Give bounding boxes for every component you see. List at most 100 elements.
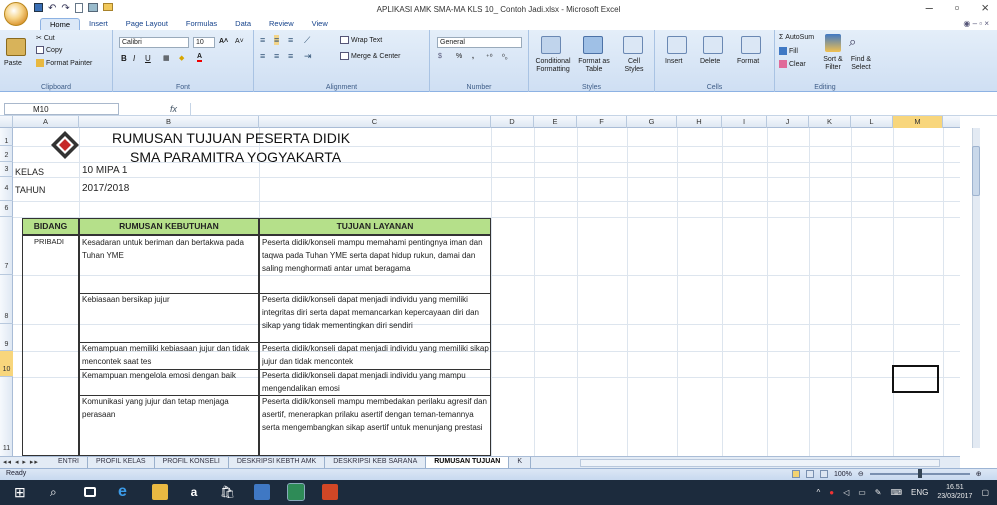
col-header-k[interactable]: K <box>809 116 851 128</box>
close-icon[interactable]: × <box>981 0 989 15</box>
task-view-icon[interactable] <box>84 487 96 497</box>
paste-button[interactable]: Paste <box>4 60 22 67</box>
row-header-6[interactable]: 6 <box>0 201 13 217</box>
minimize-icon[interactable]: – <box>926 0 933 15</box>
select-all-corner[interactable] <box>0 116 13 128</box>
row-header-2[interactable]: 2 <box>0 146 13 162</box>
row-header-11[interactable]: 11 <box>0 377 13 456</box>
battery-icon[interactable]: ▭ <box>858 488 866 497</box>
indent-icon[interactable]: ⇥ <box>304 51 312 62</box>
format-button[interactable]: Format <box>737 58 759 65</box>
clock[interactable]: 16.51 23/03/2017 <box>937 483 972 501</box>
insert-button[interactable]: Insert <box>665 58 683 65</box>
zoom-out-icon[interactable]: ⊖ <box>858 470 864 478</box>
middle-align-icon[interactable]: ≡ <box>274 35 280 45</box>
word-icon[interactable] <box>254 484 270 500</box>
cell-styles-icon[interactable] <box>623 36 643 54</box>
bold-button[interactable]: B <box>121 54 127 63</box>
copy-button[interactable]: Copy <box>36 46 62 54</box>
font-name-select[interactable]: Calibri <box>119 37 189 48</box>
row-header-7[interactable]: 7 <box>0 217 13 275</box>
binoculars-icon[interactable]: ⌕ <box>849 34 856 50</box>
tab-formulas[interactable]: Formulas <box>177 18 226 30</box>
underline-button[interactable]: U <box>145 54 151 63</box>
col-header-g[interactable]: G <box>627 116 677 128</box>
insert-function-icon[interactable]: fx <box>170 104 177 114</box>
currency-icon[interactable]: $ <box>438 53 442 60</box>
windows-start-icon[interactable]: ⊞ <box>14 484 30 500</box>
scroll-thumb[interactable] <box>972 146 980 196</box>
comma-button[interactable]: , <box>472 53 474 60</box>
help-icon[interactable]: ◉ <box>963 19 970 28</box>
tab-page-layout[interactable]: Page Layout <box>117 18 177 30</box>
cut-button[interactable]: ✂ Cut <box>36 34 55 42</box>
excel-icon[interactable] <box>287 483 305 501</box>
row-header-8[interactable]: 8 <box>0 275 13 324</box>
network-icon[interactable]: ● <box>829 488 834 497</box>
tab-insert[interactable]: Insert <box>80 18 117 30</box>
formula-input[interactable] <box>190 103 990 115</box>
pen-icon[interactable]: ✎ <box>875 488 882 497</box>
increase-decimal-icon[interactable]: ⁺⁰ <box>486 53 493 61</box>
col-header-h[interactable]: H <box>677 116 722 128</box>
powerpoint-icon[interactable] <box>322 484 338 500</box>
sort-filter-button[interactable]: Sort & Filter <box>819 56 847 72</box>
normal-view-icon[interactable] <box>792 470 800 478</box>
volume-icon[interactable]: ◁ <box>843 488 849 497</box>
search-icon[interactable]: ⌕ <box>50 484 66 500</box>
sheet-tab-rumusan-tujuan[interactable]: RUMUSAN TUJUAN <box>426 457 510 468</box>
row-header-4[interactable]: 4 <box>0 177 13 201</box>
decrease-decimal-icon[interactable]: ⁰₀ <box>502 53 508 61</box>
ribbon-minimize-icon[interactable]: – <box>973 19 977 28</box>
grow-font-icon[interactable]: A˄ <box>219 38 228 45</box>
sheet-tab-deskripsi-kebth-amk[interactable]: DESKRIPSI KEBTH AMK <box>229 457 326 468</box>
col-header-f[interactable]: F <box>577 116 627 128</box>
sheet-nav-arrows[interactable]: ◂◂ ◂ ▸ ▸▸ <box>3 458 39 466</box>
orientation-icon[interactable]: ⟋ <box>304 35 310 46</box>
delete-cells-icon[interactable] <box>703 36 723 54</box>
percent-button[interactable]: % <box>456 53 462 60</box>
fill-button[interactable]: Fill <box>779 47 798 55</box>
autosum-button[interactable]: Σ AutoSum <box>779 34 814 41</box>
col-header-e[interactable]: E <box>534 116 577 128</box>
paste-icon[interactable] <box>6 38 26 56</box>
row-header-10[interactable]: 10 <box>0 351 13 377</box>
col-header-l[interactable]: L <box>851 116 893 128</box>
ribbon-restore-icon[interactable]: ▫ <box>979 19 982 28</box>
vertical-scrollbar[interactable] <box>960 116 997 456</box>
wrap-text-button[interactable]: Wrap Text <box>340 36 382 44</box>
tab-view[interactable]: View <box>303 18 337 30</box>
col-header-j[interactable]: J <box>767 116 809 128</box>
insert-cells-icon[interactable] <box>667 36 687 54</box>
zoom-in-icon[interactable]: ⊕ <box>976 470 982 478</box>
align-center-icon[interactable]: ≡ <box>274 51 279 61</box>
delete-button[interactable]: Delete <box>700 58 720 65</box>
clear-button[interactable]: Clear <box>779 60 806 68</box>
page-break-view-icon[interactable] <box>820 470 828 478</box>
font-color-icon[interactable]: A <box>197 53 203 62</box>
page-layout-view-icon[interactable] <box>806 470 814 478</box>
conditional-formatting-button[interactable]: Conditional Formatting <box>533 58 573 74</box>
row-header-1[interactable]: 1 <box>0 128 13 146</box>
cell-styles-button[interactable]: Cell Styles <box>619 58 649 74</box>
conditional-formatting-icon[interactable] <box>541 36 561 54</box>
row-header-3[interactable]: 3 <box>0 162 13 177</box>
find-select-button[interactable]: Find & Select <box>847 56 875 72</box>
office-button[interactable] <box>4 2 28 26</box>
format-cells-icon[interactable] <box>741 36 761 54</box>
col-header-i[interactable]: I <box>722 116 767 128</box>
notifications-icon[interactable]: ▢ <box>981 488 989 497</box>
sheet-tab-profil-kelas[interactable]: PROFIL KELAS <box>88 457 155 468</box>
sort-filter-icon[interactable] <box>825 34 841 52</box>
col-header-m[interactable]: M <box>893 116 943 128</box>
ribbon-close-icon[interactable]: × <box>984 19 989 28</box>
sheet-tab-deskripsi-keb-sarana[interactable]: DESKRIPSI KEB SARANA <box>325 457 427 468</box>
edge-icon[interactable]: e <box>118 484 134 500</box>
name-box[interactable]: M10 <box>4 103 119 115</box>
zoom-slider[interactable] <box>869 469 970 478</box>
borders-icon[interactable]: ▦ <box>163 54 170 62</box>
font-size-select[interactable]: 10 <box>193 37 215 48</box>
file-explorer-icon[interactable] <box>152 484 168 500</box>
language-indicator[interactable]: ENG <box>911 488 928 497</box>
format-as-table-icon[interactable] <box>583 36 603 54</box>
